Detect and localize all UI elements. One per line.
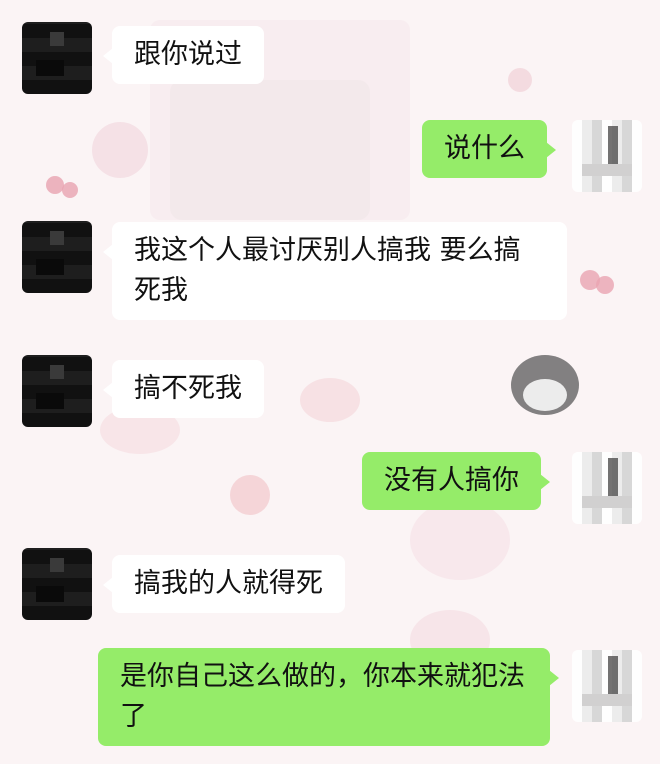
- outgoing-message[interactable]: 没有人搞你: [362, 452, 550, 510]
- outgoing-message[interactable]: 说什么: [422, 120, 556, 178]
- message-text: 搞我的人就得死: [134, 568, 323, 599]
- message-text: 没有人搞你: [384, 465, 519, 496]
- my-avatar[interactable]: [572, 120, 642, 192]
- my-avatar[interactable]: [572, 650, 642, 722]
- message-text: 我这个人最讨厌别人搞我 要么搞死我: [134, 235, 521, 306]
- contact-avatar[interactable]: [22, 355, 92, 427]
- message-text: 说什么: [444, 133, 525, 164]
- incoming-message[interactable]: 搞不死我: [103, 360, 264, 418]
- message-text: 是你自己这么做的，你本来就犯法了: [120, 661, 525, 732]
- incoming-message[interactable]: 搞我的人就得死: [103, 555, 345, 613]
- message-text: 搞不死我: [134, 373, 242, 404]
- incoming-message[interactable]: 跟你说过: [103, 26, 264, 84]
- message-text: 跟你说过: [134, 39, 242, 70]
- contact-avatar[interactable]: [22, 548, 92, 620]
- incoming-message[interactable]: 我这个人最讨厌别人搞我 要么搞死我: [103, 222, 567, 320]
- outgoing-message[interactable]: 是你自己这么做的，你本来就犯法了: [98, 648, 559, 746]
- contact-avatar[interactable]: [22, 221, 92, 293]
- my-avatar[interactable]: [572, 452, 642, 524]
- contact-avatar[interactable]: [22, 22, 92, 94]
